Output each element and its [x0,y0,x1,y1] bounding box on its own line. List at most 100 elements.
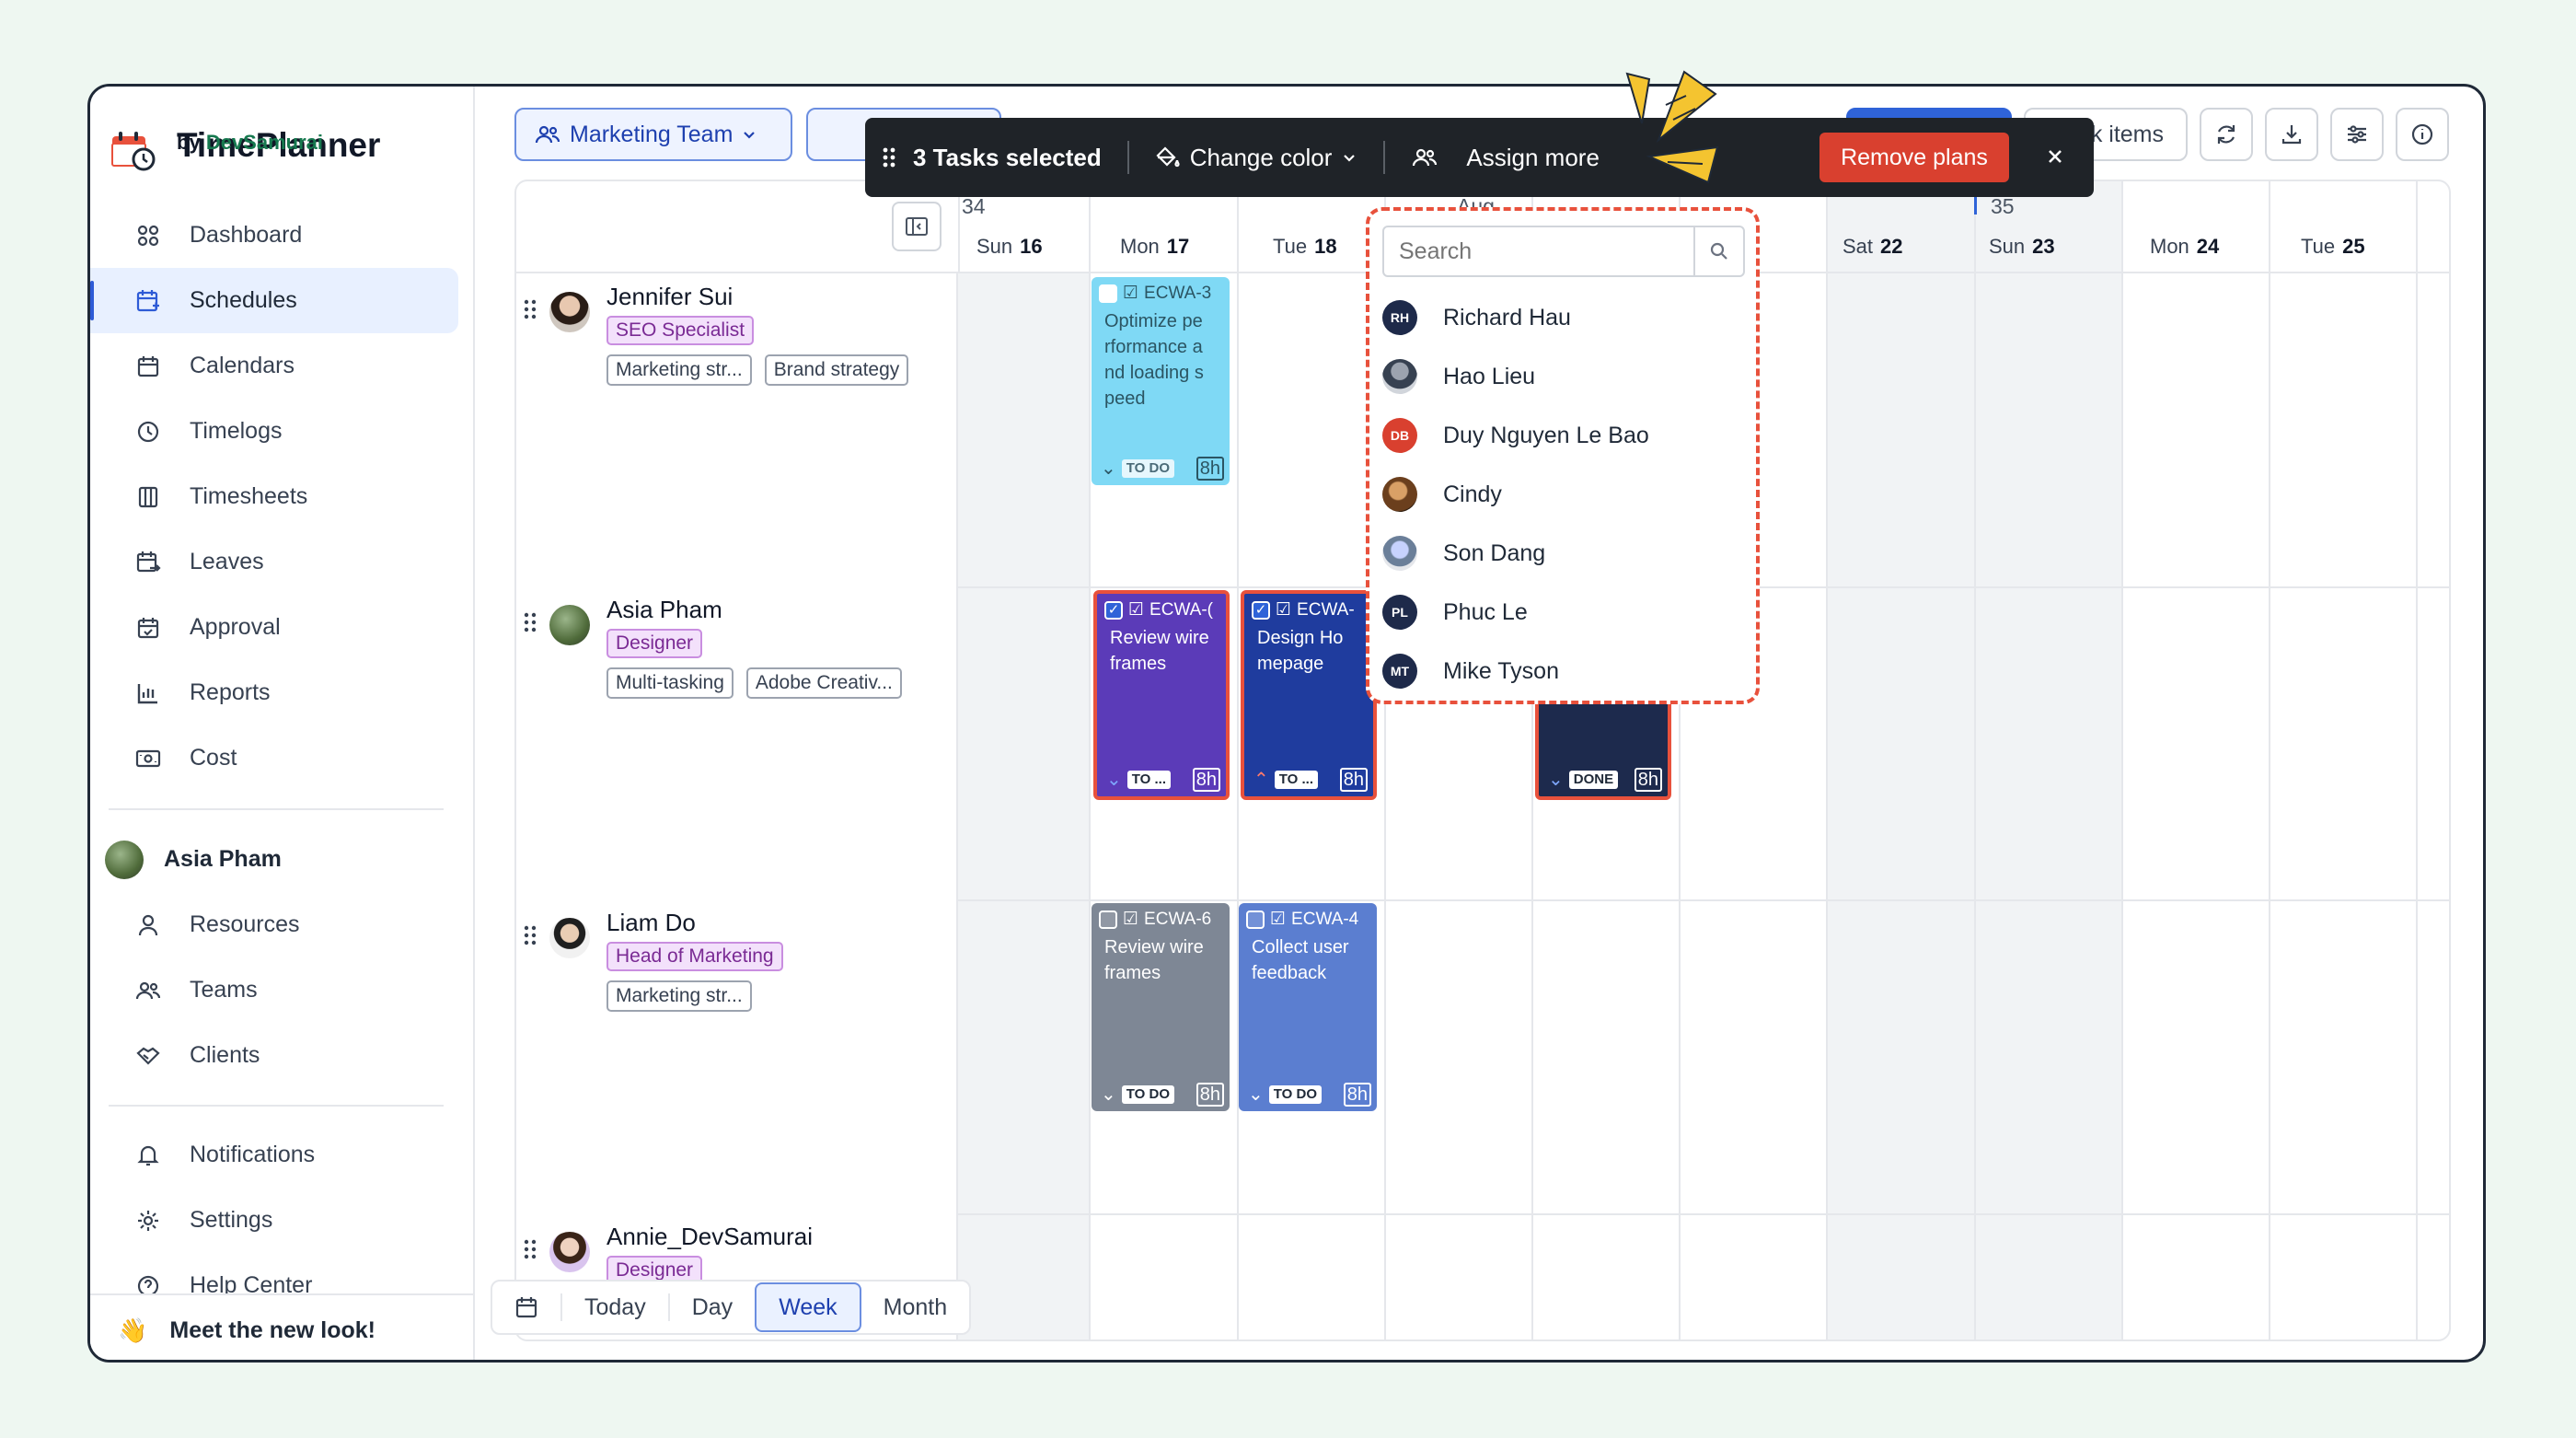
cost-icon [134,745,162,772]
drag-handle-icon[interactable] [524,299,537,319]
resource-name[interactable]: Annie_DevSamurai [606,1223,813,1251]
avatar[interactable] [549,1232,590,1272]
sidebar-item-reports[interactable]: Reports [90,660,458,725]
sidebar-item-label: Settings [190,1207,273,1233]
today-button[interactable]: Today [562,1281,668,1333]
priority-low-icon: ⌄ [1106,770,1122,790]
resource-name[interactable]: Liam Do [606,909,696,937]
task-card[interactable]: ☑ ECWA-3 Optimize pe rformance a nd loadi… [1092,277,1230,485]
assign-more-label: Assign more [1466,143,1600,171]
collapse-panel-button[interactable] [892,202,941,251]
user-option[interactable]: Cindy [1382,469,1745,520]
download-icon [2281,125,2302,145]
drag-handle-icon[interactable] [524,1239,537,1259]
task-checkbox[interactable] [1099,910,1117,929]
close-icon [2049,150,2062,163]
task-card-selected[interactable]: ⌄ DONE 8h [1535,688,1671,800]
sidebar-item-leaves[interactable]: Leaves [90,529,458,595]
sidebar-item-approval[interactable]: Approval [90,595,458,660]
avatar [105,840,144,879]
user-option-name: Duy Nguyen Le Bao [1443,422,1649,448]
drag-handle-icon[interactable] [524,612,537,632]
task-card[interactable]: ☑ ECWA-6 Review wire frames ⌄ TO DO 8h [1092,903,1230,1111]
user-option[interactable]: DB Duy Nguyen Le Bao [1382,410,1745,461]
task-type-icon: ☑ [1123,910,1139,929]
user-option[interactable]: PL Phuc Le [1382,586,1745,638]
user-option-name: Son Dang [1443,539,1546,566]
separator [1126,141,1129,174]
calendar-icon [515,1297,537,1318]
sidebar-item-dashboard[interactable]: Dashboard [90,203,458,268]
task-card-selected[interactable]: ✓ ☑ ECWA- Design Ho mepage ⌃ TO ... 8h [1241,590,1377,800]
reports-icon [134,679,162,707]
day-number: 22 [1880,235,1903,258]
assign-user-dropdown: RH Richard Hau Hao Lieu DB Duy Nguyen Le B… [1366,207,1760,704]
task-checkbox[interactable] [1246,910,1265,929]
team-select-label: Marketing Team [570,121,734,147]
user-search-field [1382,226,1745,277]
task-checkbox-checked[interactable]: ✓ [1104,601,1123,620]
user-option[interactable]: Son Dang [1382,528,1745,579]
sidebar-item-clients[interactable]: Clients [90,1023,458,1088]
status-badge: TO DO [1121,1085,1174,1104]
team-select[interactable]: Marketing Team [514,108,792,161]
sidebar-item-timelogs[interactable]: Timelogs [90,399,458,464]
day-view-button[interactable]: Day [670,1281,755,1333]
day-number: 24 [2196,235,2220,258]
sidebar-item-resources[interactable]: Resources [90,892,458,957]
task-checkbox[interactable] [1099,284,1117,303]
drag-handle-icon[interactable] [524,925,537,945]
task-card-selected[interactable]: ✓ ☑ ECWA-( Review wire frames ⌄ TO ... 8h [1093,590,1230,800]
view-switcher: Today Day Week Month [491,1280,972,1335]
items-label: k items [2090,121,2164,147]
task-card[interactable]: ☑ ECWA-4 Collect user feedback ⌄ TO DO 8h [1239,903,1377,1111]
day-number: 17 [1166,235,1190,258]
sidebar-item-calendars[interactable]: Calendars [90,333,458,399]
download-button[interactable] [2265,108,2318,161]
month-view-button[interactable]: Month [861,1281,969,1333]
avatar[interactable] [549,605,590,645]
sidebar-item-settings[interactable]: Settings [90,1188,458,1253]
task-header: ✓ ☑ ECWA- [1252,597,1355,623]
info-button[interactable] [2396,108,2449,161]
user-option[interactable]: RH Richard Hau [1382,292,1745,343]
remove-plans-button[interactable]: Remove plans [1819,133,2009,182]
search-button[interactable] [1693,227,1743,275]
avatar[interactable] [549,292,590,332]
user-option[interactable]: Hao Lieu [1382,351,1745,402]
resource-name[interactable]: Jennifer Sui [606,283,733,311]
refresh-button[interactable] [2200,108,2253,161]
date-picker-button[interactable] [492,1281,560,1333]
user-option[interactable]: MT Mike Tyson [1382,645,1745,697]
sidebar-item-schedules[interactable]: Schedules [90,268,458,333]
avatar[interactable] [549,918,590,958]
sidebar-item-label: Dashboard [190,222,303,248]
week-number: 34 [962,194,986,218]
search-icon [1710,242,1727,260]
people-icon [1413,148,1438,167]
sidebar-user-profile[interactable]: Asia Pham [90,827,458,892]
day-of-week: Sun [976,235,1013,258]
user-search-input[interactable] [1384,227,1688,275]
assign-more-button[interactable]: Assign more [1411,144,1600,172]
skill-tag: Marketing str... [606,980,752,1012]
timesheet-icon [134,483,162,511]
sidebar-item-teams[interactable]: Teams [90,957,458,1023]
user-option-name: Cindy [1443,481,1502,507]
task-footer: ⌃ TO ... 8h [1253,767,1368,793]
day-of-week: Sun [1989,235,2026,258]
day-column [2416,181,2449,1339]
task-checkbox-checked[interactable]: ✓ [1252,601,1270,620]
meet-new-look-banner[interactable]: 👋 Meet the new look! [90,1293,473,1360]
sidebar-item-cost[interactable]: Cost [90,725,458,791]
change-color-button[interactable]: Change color [1155,144,1358,172]
selected-count: 3 Tasks selected [882,144,1102,172]
sidebar-item-notifications[interactable]: Notifications [90,1122,458,1188]
settings-sliders-button[interactable] [2330,108,2384,161]
sidebar-item-timesheets[interactable]: Timesheets [90,464,458,529]
week-view-button[interactable]: Week [755,1282,861,1332]
resource-name[interactable]: Asia Pham [606,596,722,624]
day-number: 18 [1314,235,1337,258]
paint-bucket-icon [1156,146,1180,168]
close-selection-button[interactable] [2039,140,2072,173]
